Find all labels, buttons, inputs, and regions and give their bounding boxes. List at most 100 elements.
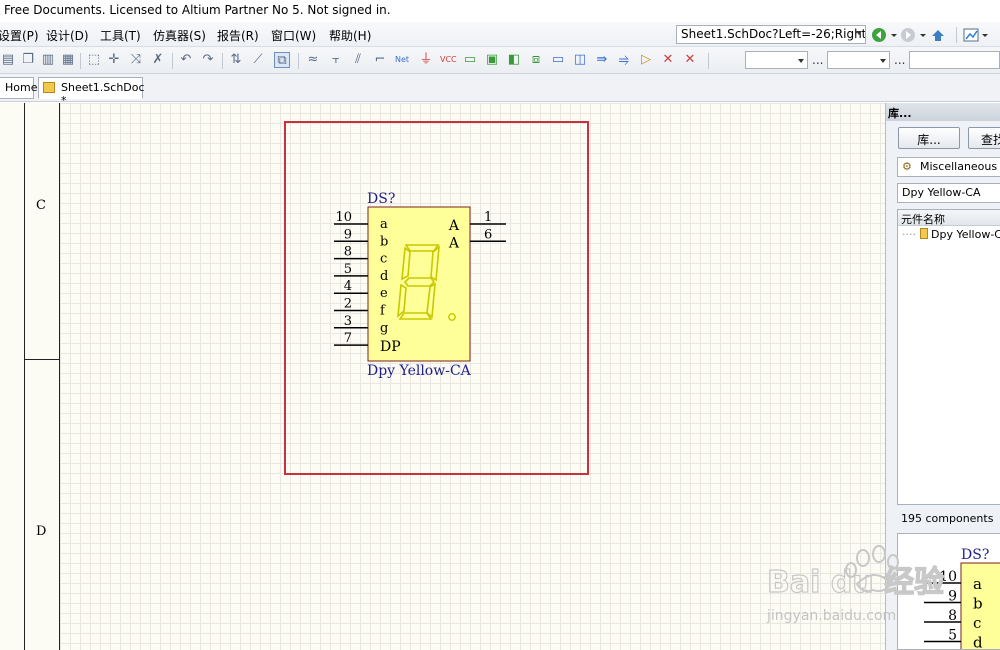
component-icon bbox=[919, 228, 928, 239]
component-list-row[interactable]: ···· Dpy Yellow-CA bbox=[902, 228, 1000, 243]
preview-pin-name: a bbox=[973, 575, 982, 593]
sheet-entry-icon[interactable]: ◧ bbox=[506, 52, 522, 68]
no-erc-icon[interactable]: ✕ bbox=[660, 52, 676, 68]
pin-number: 3 bbox=[344, 314, 352, 329]
menubar: 设置(P) 设计(D) 工具(T) 仿真器(S) 报告(R) 窗口(W) 帮助(… bbox=[0, 22, 1000, 47]
browse-library-icon[interactable]: ⧉ bbox=[274, 52, 290, 68]
libraries-panel: 库... 库... 查找... ⚙ Miscellaneous Devices.… bbox=[885, 103, 1000, 650]
filter-combo-1[interactable] bbox=[745, 51, 808, 69]
tab-sheet1[interactable]: Sheet1.SchDoc * bbox=[38, 77, 145, 107]
search-button[interactable]: 查找... bbox=[968, 127, 1000, 149]
forward-icon[interactable] bbox=[901, 28, 915, 42]
paste-icon[interactable]: ▤ bbox=[0, 52, 16, 68]
net-icon[interactable]: Net bbox=[394, 52, 410, 68]
back-dropdown-icon[interactable] bbox=[891, 34, 897, 37]
nav-icons bbox=[872, 27, 988, 43]
compile-mask-icon[interactable]: ✕ bbox=[682, 52, 698, 68]
menu-reports[interactable]: 报告(R) bbox=[217, 27, 259, 44]
filter-combo-2[interactable] bbox=[827, 51, 890, 69]
chart-icon[interactable] bbox=[963, 28, 979, 42]
bus-entry-icon[interactable]: ⫽ bbox=[350, 52, 366, 68]
place-wire-icon[interactable]: ≈ bbox=[305, 52, 321, 68]
pin-name: A bbox=[448, 235, 460, 251]
off-sheet-connector-icon[interactable]: ▷ bbox=[638, 52, 654, 68]
move-icon[interactable]: ✛ bbox=[106, 52, 122, 68]
component-filter-value: Dpy Yellow-CA bbox=[902, 186, 981, 199]
pin-name: c bbox=[380, 252, 387, 267]
menu-window[interactable]: 窗口(W) bbox=[271, 27, 316, 44]
component-ds[interactable]: DS? 10 a9 b8 c5 d4 e2 f3 g7DP 1A6A Dpy Yellow-C… bbox=[334, 191, 506, 379]
pin-name: e bbox=[380, 286, 388, 301]
tab-home[interactable]: ⌂ Home bbox=[0, 77, 37, 99]
cross-probe-icon[interactable]: ⟋ bbox=[250, 52, 266, 68]
component-filter-input[interactable]: Dpy Yellow-CA bbox=[897, 183, 1000, 203]
component-comment: Dpy Yellow-CA bbox=[367, 363, 472, 379]
undo-icon[interactable]: ↶ bbox=[178, 52, 194, 68]
toolbar-separator bbox=[298, 53, 299, 69]
deselect-icon[interactable]: ✗ bbox=[150, 52, 166, 68]
vcc-port-icon[interactable]: VCC bbox=[440, 52, 457, 68]
component-count: 195 components bbox=[901, 512, 994, 525]
clipboard-icon[interactable]: ▥ bbox=[40, 52, 56, 68]
port-icon[interactable]: ▭ bbox=[550, 52, 566, 68]
back-icon[interactable] bbox=[872, 28, 886, 42]
preview-pin-number: 5 bbox=[948, 628, 957, 644]
libraries-button[interactable]: 库... bbox=[898, 127, 960, 149]
component-list: 元件名称 ···· Dpy Yellow-CA bbox=[897, 209, 1000, 505]
document-address-combo[interactable]: Sheet1.SchDoc?Left=-26;Right= bbox=[676, 25, 866, 44]
menu-simulator[interactable]: 仿真器(S) bbox=[153, 27, 206, 44]
device-sheet-icon[interactable]: ⧈ bbox=[528, 52, 544, 68]
pin-number: 2 bbox=[344, 297, 352, 312]
menu-tools[interactable]: 工具(T) bbox=[100, 27, 141, 44]
signal-harness-icon[interactable]: ⥤ bbox=[616, 52, 632, 68]
pin-name: b bbox=[380, 234, 388, 249]
menu-settings[interactable]: 设置(P) bbox=[0, 27, 39, 44]
home-arrow-icon[interactable] bbox=[932, 30, 944, 41]
move-selection-icon[interactable]: ⤨ bbox=[128, 52, 144, 68]
net-label-icon[interactable]: ⌐ bbox=[372, 52, 388, 68]
preview-pin-name: d bbox=[973, 634, 983, 650]
component-preview: DS? 10 a 9 b 8 c 5 d bbox=[897, 533, 1000, 650]
filter-combo-3[interactable] bbox=[909, 51, 1000, 69]
pin-name: A bbox=[448, 218, 460, 234]
preview-pin-name: b bbox=[973, 595, 983, 613]
more-dots: ... bbox=[812, 53, 824, 67]
pin-number: 5 bbox=[344, 262, 352, 277]
library-select[interactable]: ⚙ Miscellaneous Devices.IntLib bbox=[897, 157, 1000, 177]
chevron-down-icon[interactable] bbox=[798, 59, 804, 63]
pin-number: 8 bbox=[344, 245, 352, 260]
pin-name: g bbox=[380, 321, 388, 336]
library-icon: ⚙ bbox=[902, 160, 912, 173]
gnd-port-icon[interactable]: ⏚ bbox=[418, 52, 434, 68]
place-bus-icon[interactable]: ⫟ bbox=[328, 52, 344, 68]
component-designator: DS? bbox=[367, 191, 395, 207]
copy-icon[interactable]: ❐ bbox=[20, 52, 36, 68]
toolbar-separator bbox=[222, 53, 223, 69]
harness-entry-icon[interactable]: ⇛ bbox=[594, 52, 610, 68]
pin-number: 9 bbox=[344, 227, 352, 242]
hierarchy-icon[interactable]: ⇅ bbox=[228, 52, 244, 68]
more-dots: ... bbox=[894, 53, 906, 67]
chart-dropdown-icon[interactable] bbox=[982, 34, 988, 37]
rubber-stamp-icon[interactable]: ▦ bbox=[60, 52, 76, 68]
menu-design[interactable]: 设计(D) bbox=[46, 27, 89, 44]
component-list-header[interactable]: 元件名称 bbox=[898, 210, 1000, 226]
toolbar-separator bbox=[708, 53, 709, 69]
license-text: Free Documents. Licensed to Altium Partn… bbox=[4, 3, 391, 17]
preview-drawing: DS? 10 a9 b8 c5 d bbox=[924, 547, 1000, 650]
forward-dropdown-icon[interactable] bbox=[920, 34, 926, 37]
sheet-symbol-icon[interactable]: ▣ bbox=[484, 52, 500, 68]
schematic-canvas[interactable]: C D DS? 10 a 9 b 8 c 5 d 4 e 2 f 3 g 7 DP 1A6A Dpy Yell… bbox=[0, 103, 885, 650]
harness-connector-icon[interactable]: ◫ bbox=[572, 52, 588, 68]
redo-icon[interactable]: ↷ bbox=[200, 52, 216, 68]
pin-number: 10 bbox=[335, 210, 352, 225]
select-area-icon[interactable]: ⬚ bbox=[86, 52, 102, 68]
chevron-down-icon[interactable] bbox=[880, 59, 886, 63]
menu-help[interactable]: 帮助(H) bbox=[329, 27, 371, 44]
chevron-down-icon[interactable] bbox=[856, 31, 862, 35]
pin-name: d bbox=[380, 269, 388, 284]
schematic-doc-icon bbox=[43, 82, 55, 93]
preview-pins: 10 a9 b8 c5 d bbox=[924, 569, 983, 650]
preview-pin-number: 10 bbox=[939, 569, 957, 585]
place-part-icon[interactable]: ▭ bbox=[462, 52, 478, 68]
